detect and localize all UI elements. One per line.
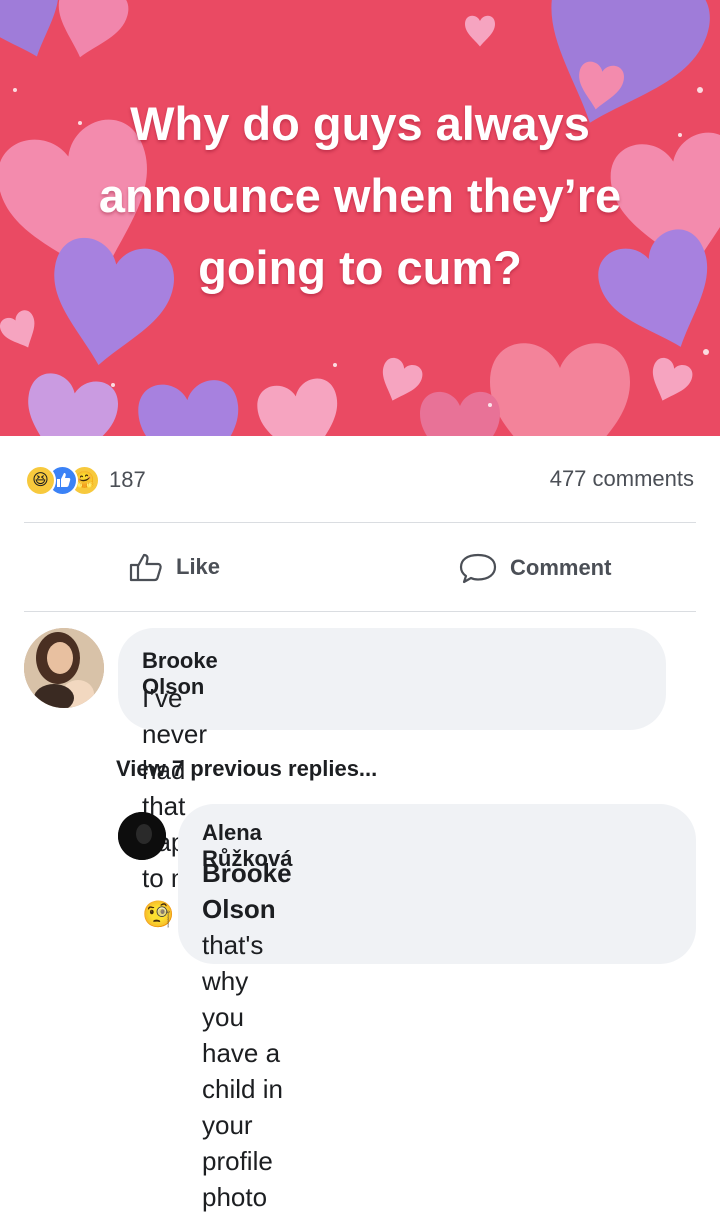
like-label: Like [176, 554, 221, 579]
avatar-photo [118, 812, 166, 860]
monocle-face-emoji: 🧐 [142, 899, 175, 929]
comment-label: Comment [510, 555, 612, 580]
post-actions: Like Comment [0, 538, 720, 598]
reaction-count[interactable]: 187 [109, 467, 146, 493]
comment-button[interactable]: Comment [458, 552, 611, 584]
mention-link[interactable]: Brooke Olson [202, 858, 292, 924]
comment-icon [459, 553, 497, 584]
divider [24, 611, 696, 612]
avatar[interactable] [118, 812, 166, 860]
post-image-text: Why do guys always announce when they’re… [98, 97, 622, 294]
reactions-summary[interactable]: 😆 🤗 187 [25, 462, 146, 498]
reply-body-line: have a child in your profile photo [202, 1038, 283, 1212]
view-previous-replies-link[interactable]: View 7 previous replies... [116, 756, 377, 782]
post-stats: 😆 🤗 187 477 comments [0, 452, 720, 510]
like-icon [129, 553, 162, 582]
avatar[interactable] [24, 628, 104, 708]
reply-body-line: that's why you [202, 930, 264, 1032]
like-button[interactable]: Like [128, 552, 220, 582]
comment-count[interactable]: 477 comments [550, 466, 694, 492]
reply-text: Brooke Olson that's why you have a child… [202, 855, 292, 1215]
divider [24, 522, 696, 523]
post-image[interactable]: Why do guys always announce when they’re… [0, 0, 720, 436]
haha-reaction-icon: 😆 [25, 464, 56, 496]
avatar-photo [24, 628, 104, 708]
